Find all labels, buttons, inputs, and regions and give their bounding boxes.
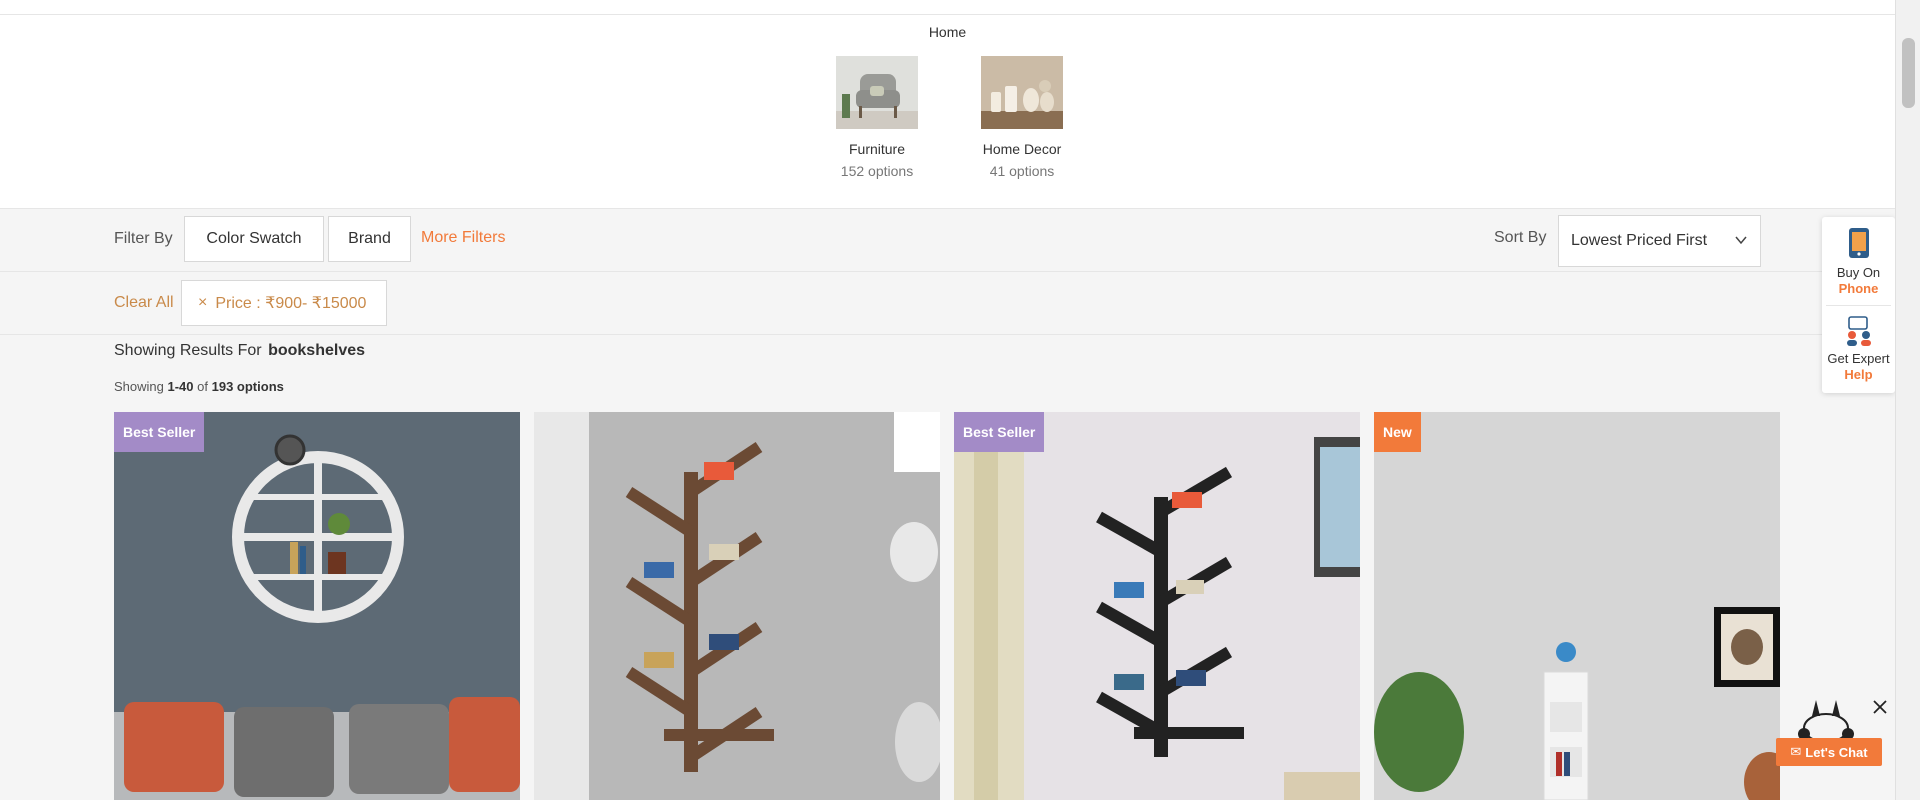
- category-count: 152 options: [840, 163, 914, 179]
- results-heading: Showing Results For bookshelves: [114, 342, 365, 360]
- help-label: Help: [1844, 367, 1873, 382]
- close-icon[interactable]: ×: [198, 294, 207, 312]
- get-expert-label: Get Expert: [1827, 351, 1890, 366]
- product-card[interactable]: [534, 412, 940, 800]
- buy-on-phone-button[interactable]: Buy On Phone: [1822, 227, 1895, 297]
- phone-icon: [1848, 228, 1869, 258]
- category-count: 41 options: [989, 163, 1055, 179]
- product-badge: Best Seller: [954, 412, 1045, 452]
- sort-selected-value: Lowest Priced First: [1571, 232, 1708, 249]
- filter-by-label: Filter By: [114, 230, 173, 247]
- category-name: Furniture: [848, 141, 906, 157]
- expert-icon: [1846, 316, 1871, 346]
- count-total: 193 options: [211, 379, 284, 394]
- home-decor-thumbnail: [981, 56, 1063, 129]
- price-filter-chip[interactable]: × Price : ₹900- ₹15000: [181, 280, 387, 326]
- close-icon[interactable]: [1871, 698, 1889, 716]
- category-name: Home Decor: [982, 141, 1062, 157]
- product-image: [1374, 412, 1780, 800]
- chat-label: Let's Chat: [1805, 744, 1868, 760]
- results-count: Showing 1-40 of 193 options: [114, 379, 284, 394]
- phone-label: Phone: [1838, 281, 1879, 296]
- count-range: 1-40: [167, 379, 194, 394]
- top-divider: [0, 14, 1895, 15]
- product-badge: Best Seller: [114, 412, 205, 452]
- scrollbar-thumb[interactable]: [1902, 38, 1915, 108]
- floating-help-panel: Buy On Phone Get Expert Help: [1822, 217, 1895, 393]
- buy-on-label: Buy On: [1836, 265, 1881, 280]
- count-of: of: [197, 379, 208, 394]
- category-card-home-decor[interactable]: Home Decor 41 options: [967, 56, 1077, 179]
- brand-filter-button[interactable]: Brand: [328, 216, 411, 262]
- product-card[interactable]: Best Seller: [114, 412, 520, 800]
- category-card-furniture[interactable]: Furniture 152 options: [822, 56, 932, 179]
- product-card[interactable]: Best Seller: [954, 412, 1360, 800]
- sort-dropdown[interactable]: Lowest Priced First: [1558, 215, 1761, 267]
- clear-all-link[interactable]: Clear All: [114, 294, 174, 312]
- price-chip-label: Price : ₹900- ₹15000: [215, 295, 367, 312]
- breadcrumb-home[interactable]: Home: [929, 24, 966, 40]
- results-prefix: Showing Results For: [114, 342, 262, 359]
- chat-icon: ✉: [1790, 744, 1802, 759]
- get-expert-help-button[interactable]: Get Expert Help: [1822, 315, 1895, 383]
- chat-widget[interactable]: ✉ Let's Chat: [1776, 698, 1882, 768]
- product-image: [114, 412, 520, 800]
- product-image: [954, 412, 1360, 800]
- product-image: [534, 412, 940, 800]
- furniture-thumbnail: [836, 56, 918, 129]
- results-query: bookshelves: [268, 342, 366, 359]
- panel-divider: [1826, 305, 1891, 306]
- product-card[interactable]: New: [1374, 412, 1780, 800]
- lets-chat-button[interactable]: ✉ Let's Chat: [1776, 738, 1882, 766]
- chevron-down-icon: [1735, 236, 1747, 245]
- more-filters-link[interactable]: More Filters: [421, 229, 505, 247]
- breadcrumb: Home: [0, 24, 1895, 40]
- count-prefix: Showing: [114, 379, 164, 394]
- color-swatch-filter-button[interactable]: Color Swatch: [184, 216, 324, 262]
- sort-by-label: Sort By: [1494, 229, 1547, 246]
- vertical-scrollbar[interactable]: [1895, 0, 1920, 800]
- chat-mascot-icon: [1798, 700, 1854, 742]
- product-badge: New: [1374, 412, 1421, 452]
